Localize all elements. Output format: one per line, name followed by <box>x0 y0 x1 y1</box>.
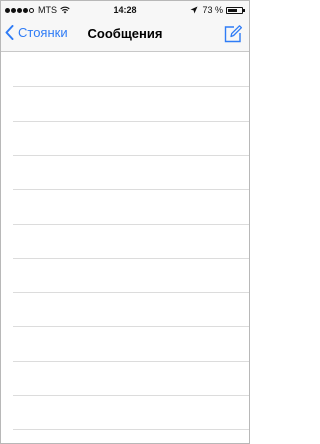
row-separator <box>13 361 249 362</box>
row-separator <box>13 395 249 396</box>
back-button[interactable]: Стоянки <box>5 25 68 40</box>
row-separator <box>13 121 249 122</box>
back-button-label: Стоянки <box>18 25 68 40</box>
location-arrow-icon <box>190 6 198 14</box>
row-separator <box>13 326 249 327</box>
row-separator <box>13 292 249 293</box>
row-separator <box>13 86 249 87</box>
status-bar: MTS 14:28 73 % <box>1 1 249 19</box>
row-separator <box>13 155 249 156</box>
battery-percent: 73 % <box>202 5 223 15</box>
row-separator <box>13 429 249 430</box>
messages-list[interactable] <box>1 52 249 443</box>
status-right: 73 % <box>190 5 245 15</box>
row-separator <box>13 189 249 190</box>
compose-icon[interactable] <box>223 24 243 44</box>
row-separator <box>13 258 249 259</box>
battery-fill <box>228 8 237 12</box>
navigation-bar: Стоянки Сообщения <box>1 19 249 52</box>
row-separator <box>13 224 249 225</box>
chevron-left-icon <box>5 25 14 40</box>
phone-screen: MTS 14:28 73 % Стоянки Сообщения <box>0 0 250 444</box>
battery-icon <box>226 6 245 14</box>
